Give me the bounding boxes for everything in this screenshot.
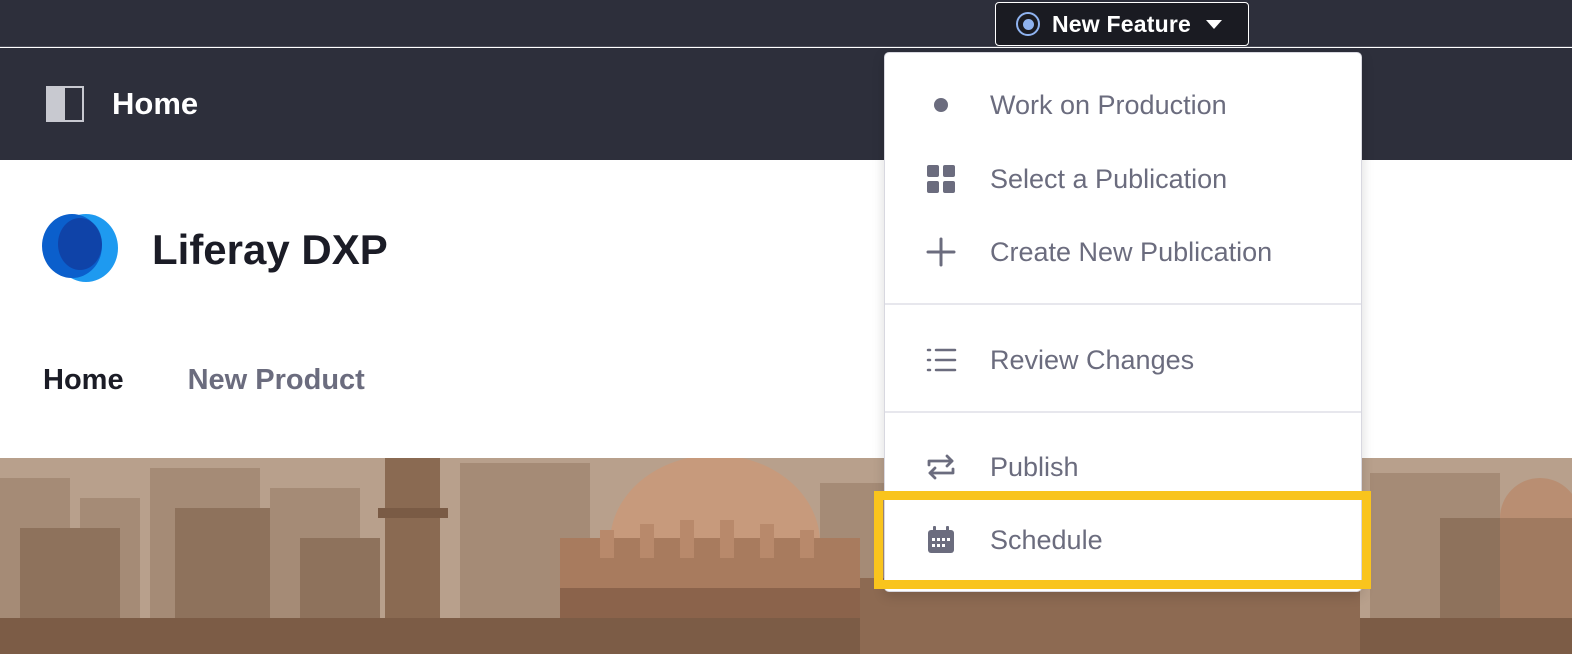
site-name: Liferay DXP xyxy=(152,226,388,273)
publication-selector-button[interactable]: New Feature xyxy=(995,2,1249,46)
radio-icon xyxy=(1016,12,1040,36)
sync-icon xyxy=(925,451,957,483)
menu-item-label: Review Changes xyxy=(990,344,1195,375)
control-menu-title: Home xyxy=(112,86,199,121)
caret-down-icon xyxy=(1205,19,1222,29)
plus-icon xyxy=(925,236,957,268)
menu-item-label: Work on Production xyxy=(990,89,1227,120)
dot-icon xyxy=(925,89,957,121)
menu-divider xyxy=(885,411,1361,413)
grid-icon xyxy=(925,163,957,195)
publication-selector-label: New Feature xyxy=(1052,10,1191,37)
menu-item-label: Select a Publication xyxy=(990,163,1228,194)
nav-item-new-product[interactable]: New Product xyxy=(188,364,365,397)
menu-item-label: Publish xyxy=(990,451,1079,482)
menu-item-select-publication[interactable]: Select a Publication xyxy=(885,144,1361,214)
schedule-highlight-frame xyxy=(874,491,1371,589)
menu-item-work-on-production[interactable]: Work on Production xyxy=(885,70,1361,140)
menu-item-review-changes[interactable]: Review Changes xyxy=(885,325,1361,395)
menu-item-create-publication[interactable]: Create New Publication xyxy=(885,217,1361,287)
site-navigation: Home New Product xyxy=(43,364,365,397)
liferay-logo-icon[interactable] xyxy=(42,212,118,284)
top-bar: New Feature xyxy=(0,0,1572,47)
menu-item-label: Create New Publication xyxy=(990,236,1273,267)
product-menu-toggle-icon[interactable] xyxy=(46,86,84,122)
list-icon xyxy=(925,344,957,376)
nav-item-home[interactable]: Home xyxy=(43,364,124,397)
menu-divider xyxy=(885,303,1361,305)
